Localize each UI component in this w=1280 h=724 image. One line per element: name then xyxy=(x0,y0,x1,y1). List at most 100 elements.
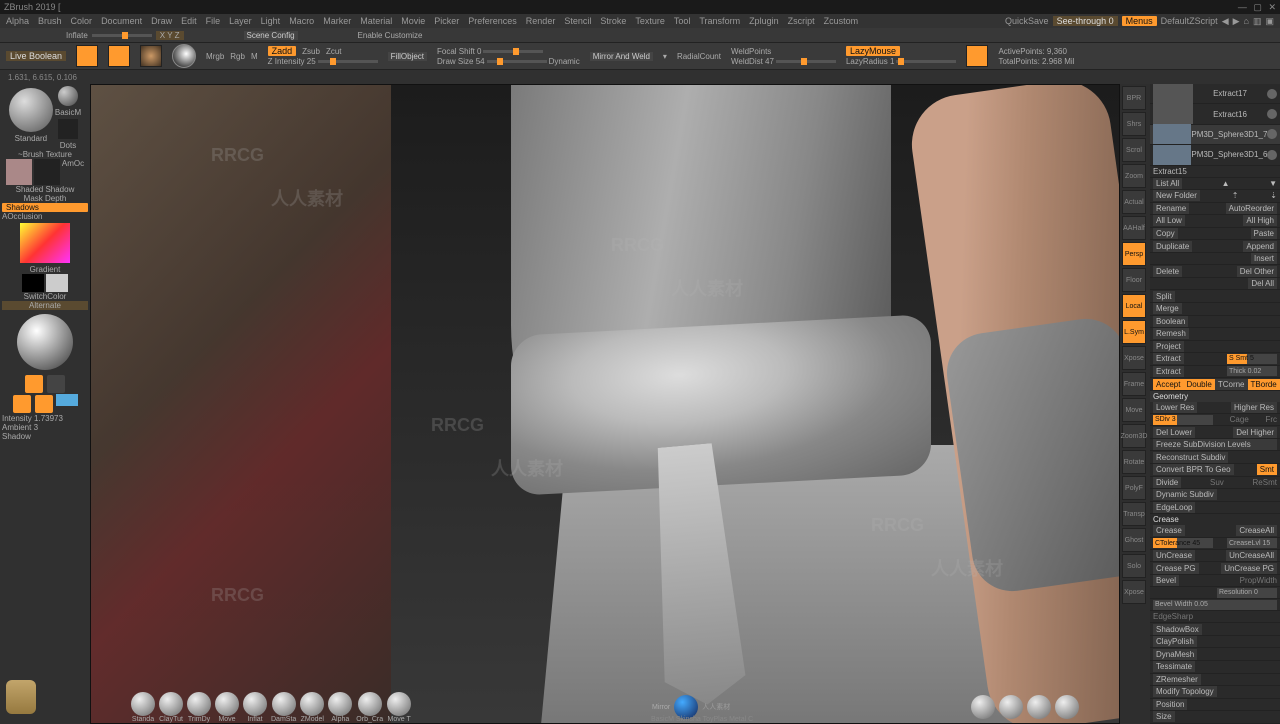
project-button[interactable]: Project xyxy=(1153,341,1184,352)
paste-button[interactable]: Paste xyxy=(1251,228,1277,239)
quicksave-button[interactable]: QuickSave xyxy=(1005,16,1049,26)
menu-render[interactable]: Render xyxy=(526,16,556,26)
edgesharp-button[interactable]: EdgeSharp xyxy=(1153,612,1193,621)
dock-brush[interactable] xyxy=(243,692,267,716)
polyf-icon[interactable]: PolyF xyxy=(1122,476,1146,500)
dock-brush[interactable] xyxy=(159,692,183,716)
move-icon[interactable]: Move xyxy=(1122,398,1146,422)
color-picker[interactable] xyxy=(20,223,70,263)
tessimate-button[interactable]: Tessimate xyxy=(1153,661,1195,672)
eye-icon[interactable] xyxy=(1267,89,1277,99)
menu-stroke[interactable]: Stroke xyxy=(600,16,626,26)
light-intensity-slider[interactable]: Intensity 1.73973 xyxy=(2,414,88,423)
delother-button[interactable]: Del Other xyxy=(1237,266,1277,277)
focalshift-slider[interactable]: Focal Shift 0 xyxy=(437,47,543,56)
mirror-weld-button[interactable]: Mirror And Weld xyxy=(590,52,653,61)
sculptris-icon[interactable] xyxy=(172,44,196,68)
color-secondary[interactable] xyxy=(22,274,44,292)
frc-toggle[interactable]: Frc xyxy=(1265,415,1277,424)
dock-brush[interactable] xyxy=(187,692,211,716)
menu-macro[interactable]: Macro xyxy=(289,16,314,26)
menu-transform[interactable]: Transform xyxy=(699,16,740,26)
autoreorder-button[interactable]: AutoReorder xyxy=(1226,203,1277,214)
dock-brush[interactable] xyxy=(272,692,296,716)
floor-icon[interactable]: Floor xyxy=(1122,268,1146,292)
menu-marker[interactable]: Marker xyxy=(323,16,351,26)
zsub-button[interactable]: Zsub xyxy=(302,47,320,56)
modifytopo-button[interactable]: Modify Topology xyxy=(1153,686,1217,697)
delall-button[interactable]: Del All xyxy=(1248,278,1277,289)
menu-material[interactable]: Material xyxy=(360,16,392,26)
creasepg-button[interactable]: Crease PG xyxy=(1153,563,1199,574)
tborde-button[interactable]: TBorde xyxy=(1248,379,1280,390)
reconstruct-button[interactable]: Reconstruct Subdiv xyxy=(1153,452,1228,463)
axis-xyz[interactable]: X Y Z xyxy=(156,31,184,40)
geometry-header[interactable]: Geometry xyxy=(1150,391,1280,402)
menu-color[interactable]: Color xyxy=(71,16,93,26)
radial-count[interactable]: RadialCount xyxy=(677,52,721,61)
edit-mode-icon[interactable] xyxy=(76,45,98,67)
zintensity-slider[interactable]: Z Intensity 25 xyxy=(268,57,378,66)
polyframe-icon[interactable] xyxy=(966,45,988,67)
inflate-slider[interactable] xyxy=(92,34,152,37)
ssmt-slider[interactable]: S Smt 5 xyxy=(1227,354,1277,364)
dellower-button[interactable]: Del Lower xyxy=(1153,427,1195,438)
menus-toggle[interactable]: Menus xyxy=(1122,16,1157,26)
crease-button[interactable]: Crease xyxy=(1153,525,1185,536)
menu-zcustom[interactable]: Zcustom xyxy=(824,16,859,26)
dock-brush[interactable] xyxy=(328,692,352,716)
menu-alpha[interactable]: Alpha xyxy=(6,16,29,26)
convertbpr-button[interactable]: Convert BPR To Geo xyxy=(1153,464,1234,475)
frame-icon[interactable]: Frame xyxy=(1122,372,1146,396)
divide-button[interactable]: Divide xyxy=(1153,477,1181,488)
insert-button[interactable]: Insert xyxy=(1251,253,1277,264)
lowerres-button[interactable]: Lower Res xyxy=(1153,402,1197,413)
shadow-thumb[interactable] xyxy=(34,159,60,185)
zoom3d-icon[interactable]: Zoom3D xyxy=(1122,424,1146,448)
rgb-button[interactable]: Rgb xyxy=(230,52,245,61)
scene-config-button[interactable]: Scene Config xyxy=(244,31,298,40)
thick-slider[interactable]: Thick 0.02 xyxy=(1227,366,1277,376)
close-icon[interactable]: ✕ xyxy=(1268,2,1276,12)
menu-zscript[interactable]: Zscript xyxy=(788,16,815,26)
local-icon[interactable]: Local xyxy=(1122,294,1146,318)
remesh-button[interactable]: Remesh xyxy=(1153,328,1189,339)
menu-preferences[interactable]: Preferences xyxy=(468,16,517,26)
dynamicsubdiv-button[interactable]: Dynamic Subdiv xyxy=(1153,489,1217,500)
menu-texture[interactable]: Texture xyxy=(635,16,665,26)
boolean-button[interactable]: Boolean xyxy=(1153,316,1188,327)
color-primary[interactable] xyxy=(46,274,68,292)
dock-mat[interactable] xyxy=(971,695,995,719)
menu-movie[interactable]: Movie xyxy=(401,16,425,26)
material-basic-thumb[interactable] xyxy=(58,86,78,106)
menu-brush[interactable]: Brush xyxy=(38,16,62,26)
bevel-button[interactable]: Bevel xyxy=(1153,575,1179,586)
dynamesh-button[interactable]: DynaMesh xyxy=(1153,649,1197,660)
mrgb-button[interactable]: Mrgb xyxy=(206,52,224,61)
material-selector[interactable] xyxy=(17,314,73,370)
brush-selector[interactable] xyxy=(9,88,53,132)
aahalf-icon[interactable]: AAHalf xyxy=(1122,216,1146,240)
alllow-button[interactable]: All Low xyxy=(1153,215,1185,226)
shaded-thumb[interactable] xyxy=(6,159,32,185)
enable-customize[interactable]: Enable Customize xyxy=(358,31,423,40)
m-button[interactable]: M xyxy=(251,52,258,61)
light-1-icon[interactable] xyxy=(25,375,43,393)
extract-section[interactable]: Extract xyxy=(1153,353,1184,364)
eye-icon[interactable] xyxy=(1267,109,1277,119)
extract-button[interactable]: Extract xyxy=(1153,366,1184,377)
uncrease-button[interactable]: UnCrease xyxy=(1153,550,1195,561)
draw-mode-icon[interactable] xyxy=(108,45,130,67)
xpose-icon[interactable]: Xpose xyxy=(1122,346,1146,370)
edgeloop-button[interactable]: EdgeLoop xyxy=(1153,502,1195,513)
eye-icon[interactable] xyxy=(1267,129,1277,139)
dock-brush[interactable] xyxy=(300,692,324,716)
shadows-toggle[interactable]: Shadows xyxy=(2,203,88,212)
uncreasepg-button[interactable]: UnCrease PG xyxy=(1221,563,1277,574)
menu-tool[interactable]: Tool xyxy=(674,16,691,26)
xpose2-icon[interactable]: Xpose xyxy=(1122,580,1146,604)
zadd-button[interactable]: Zadd xyxy=(268,46,297,56)
subtool-item[interactable]: Extract16 xyxy=(1150,104,1280,124)
zoom-icon[interactable]: Zoom xyxy=(1122,164,1146,188)
viewport-canvas[interactable]: www.rrcg.cn RRCG 人人素材 RRCG 人人素材 RRCG 人人素… xyxy=(90,84,1120,724)
